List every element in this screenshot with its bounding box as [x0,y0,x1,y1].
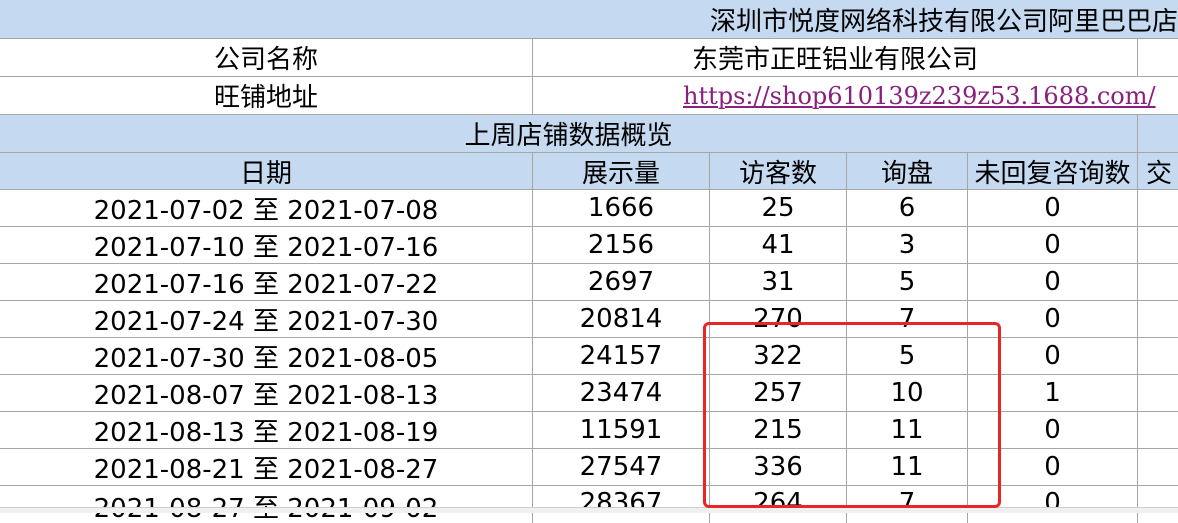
unreplied-cell[interactable]: 0 [968,486,1138,523]
impressions-cell[interactable]: 11591 [533,412,710,448]
impressions-cell[interactable]: 2697 [533,264,710,300]
date-range-cell[interactable]: 2021-07-02 至 2021-07-08 [0,190,533,226]
empty-cell[interactable] [1138,301,1178,337]
empty-cell[interactable] [1138,486,1178,523]
table-row: 2021-07-02 至 2021-07-08 1666 25 6 0 [0,190,1178,227]
inquiries-cell[interactable]: 6 [847,190,968,226]
date-range-cell[interactable]: 2021-08-27 至 2021-09-02 [0,486,533,523]
impressions-cell[interactable]: 28367 [533,486,710,523]
visitors-cell[interactable]: 31 [710,264,847,300]
company-value[interactable]: 东莞市正旺铝业有限公司 [533,39,1138,76]
visitors-cell[interactable]: 270 [710,301,847,337]
visitors-cell[interactable]: 25 [710,190,847,226]
header-inquiries[interactable]: 询盘 [847,153,968,189]
unreplied-cell[interactable]: 1 [968,375,1138,411]
sheet-title[interactable]: 深圳市悦度网络科技有限公司阿里巴巴店 [0,0,1178,38]
title-row: 深圳市悦度网络科技有限公司阿里巴巴店 [0,0,1178,39]
table-row: 2021-08-27 至 2021-09-02 28367 264 7 0 [0,486,1178,523]
header-truncated[interactable]: 交 [1138,153,1178,189]
empty-cell[interactable] [1138,375,1178,411]
empty-cell[interactable] [1138,39,1178,76]
inquiries-cell[interactable]: 7 [847,486,968,523]
visitors-cell[interactable]: 257 [710,375,847,411]
unreplied-cell[interactable]: 0 [968,227,1138,263]
date-range-cell[interactable]: 2021-07-10 至 2021-07-16 [0,227,533,263]
table-row: 2021-07-30 至 2021-08-05 24157 322 5 0 [0,338,1178,375]
empty-cell[interactable] [1138,264,1178,300]
table-row: 2021-07-10 至 2021-07-16 2156 41 3 0 [0,227,1178,264]
visitors-cell[interactable]: 41 [710,227,847,263]
impressions-cell[interactable]: 23474 [533,375,710,411]
unreplied-cell[interactable]: 0 [968,449,1138,485]
impressions-cell[interactable]: 27547 [533,449,710,485]
header-row: 日期 展示量 访客数 询盘 未回复咨询数 交 [0,153,1178,190]
table-row: 2021-08-13 至 2021-08-19 11591 215 11 0 [0,412,1178,449]
date-range-cell[interactable]: 2021-07-16 至 2021-07-22 [0,264,533,300]
unreplied-cell[interactable]: 0 [968,264,1138,300]
visitors-cell[interactable]: 336 [710,449,847,485]
date-range-cell[interactable]: 2021-08-21 至 2021-08-27 [0,449,533,485]
empty-cell[interactable] [1138,190,1178,226]
header-visitors[interactable]: 访客数 [710,153,847,189]
date-range-cell[interactable]: 2021-07-24 至 2021-07-30 [0,301,533,337]
date-range-cell[interactable]: 2021-08-07 至 2021-08-13 [0,375,533,411]
visitors-cell[interactable]: 215 [710,412,847,448]
empty-cell[interactable] [1138,449,1178,485]
shop-row: 旺铺地址 https://shop610139z239z53.1688.com/ [0,77,1178,115]
header-impressions[interactable]: 展示量 [533,153,710,189]
unreplied-cell[interactable]: 0 [968,412,1138,448]
empty-cell[interactable] [1138,115,1178,152]
impressions-cell[interactable]: 2156 [533,227,710,263]
table-row: 2021-08-21 至 2021-08-27 27547 336 11 0 [0,449,1178,486]
inquiries-cell[interactable]: 10 [847,375,968,411]
header-date[interactable]: 日期 [0,153,533,189]
empty-cell[interactable] [1138,412,1178,448]
visitors-cell[interactable]: 322 [710,338,847,374]
shop-label[interactable]: 旺铺地址 [0,77,533,114]
shop-url-link[interactable]: https://shop610139z239z53.1688.com/ [533,77,1178,114]
table-row: 2021-07-16 至 2021-07-22 2697 31 5 0 [0,264,1178,301]
table-row: 2021-07-24 至 2021-07-30 20814 270 7 0 [0,301,1178,338]
sheet-bottom-edge [0,507,1178,513]
table-row: 2021-08-07 至 2021-08-13 23474 257 10 1 [0,375,1178,412]
company-label[interactable]: 公司名称 [0,39,533,76]
inquiries-cell[interactable]: 5 [847,338,968,374]
visitors-cell[interactable]: 264 [710,486,847,523]
unreplied-cell[interactable]: 0 [968,190,1138,226]
section-row: 上周店铺数据概览 [0,115,1178,153]
header-unreplied[interactable]: 未回复咨询数 [968,153,1138,189]
impressions-cell[interactable]: 1666 [533,190,710,226]
date-range-cell[interactable]: 2021-07-30 至 2021-08-05 [0,338,533,374]
empty-cell[interactable] [1138,338,1178,374]
empty-cell[interactable] [1138,227,1178,263]
inquiries-cell[interactable]: 3 [847,227,968,263]
unreplied-cell[interactable]: 0 [968,301,1138,337]
inquiries-cell[interactable]: 11 [847,412,968,448]
inquiries-cell[interactable]: 11 [847,449,968,485]
date-range-cell[interactable]: 2021-08-13 至 2021-08-19 [0,412,533,448]
impressions-cell[interactable]: 24157 [533,338,710,374]
section-title[interactable]: 上周店铺数据概览 [0,115,1138,152]
inquiries-cell[interactable]: 7 [847,301,968,337]
inquiries-cell[interactable]: 5 [847,264,968,300]
company-row: 公司名称 东莞市正旺铝业有限公司 [0,39,1178,77]
unreplied-cell[interactable]: 0 [968,338,1138,374]
impressions-cell[interactable]: 20814 [533,301,710,337]
